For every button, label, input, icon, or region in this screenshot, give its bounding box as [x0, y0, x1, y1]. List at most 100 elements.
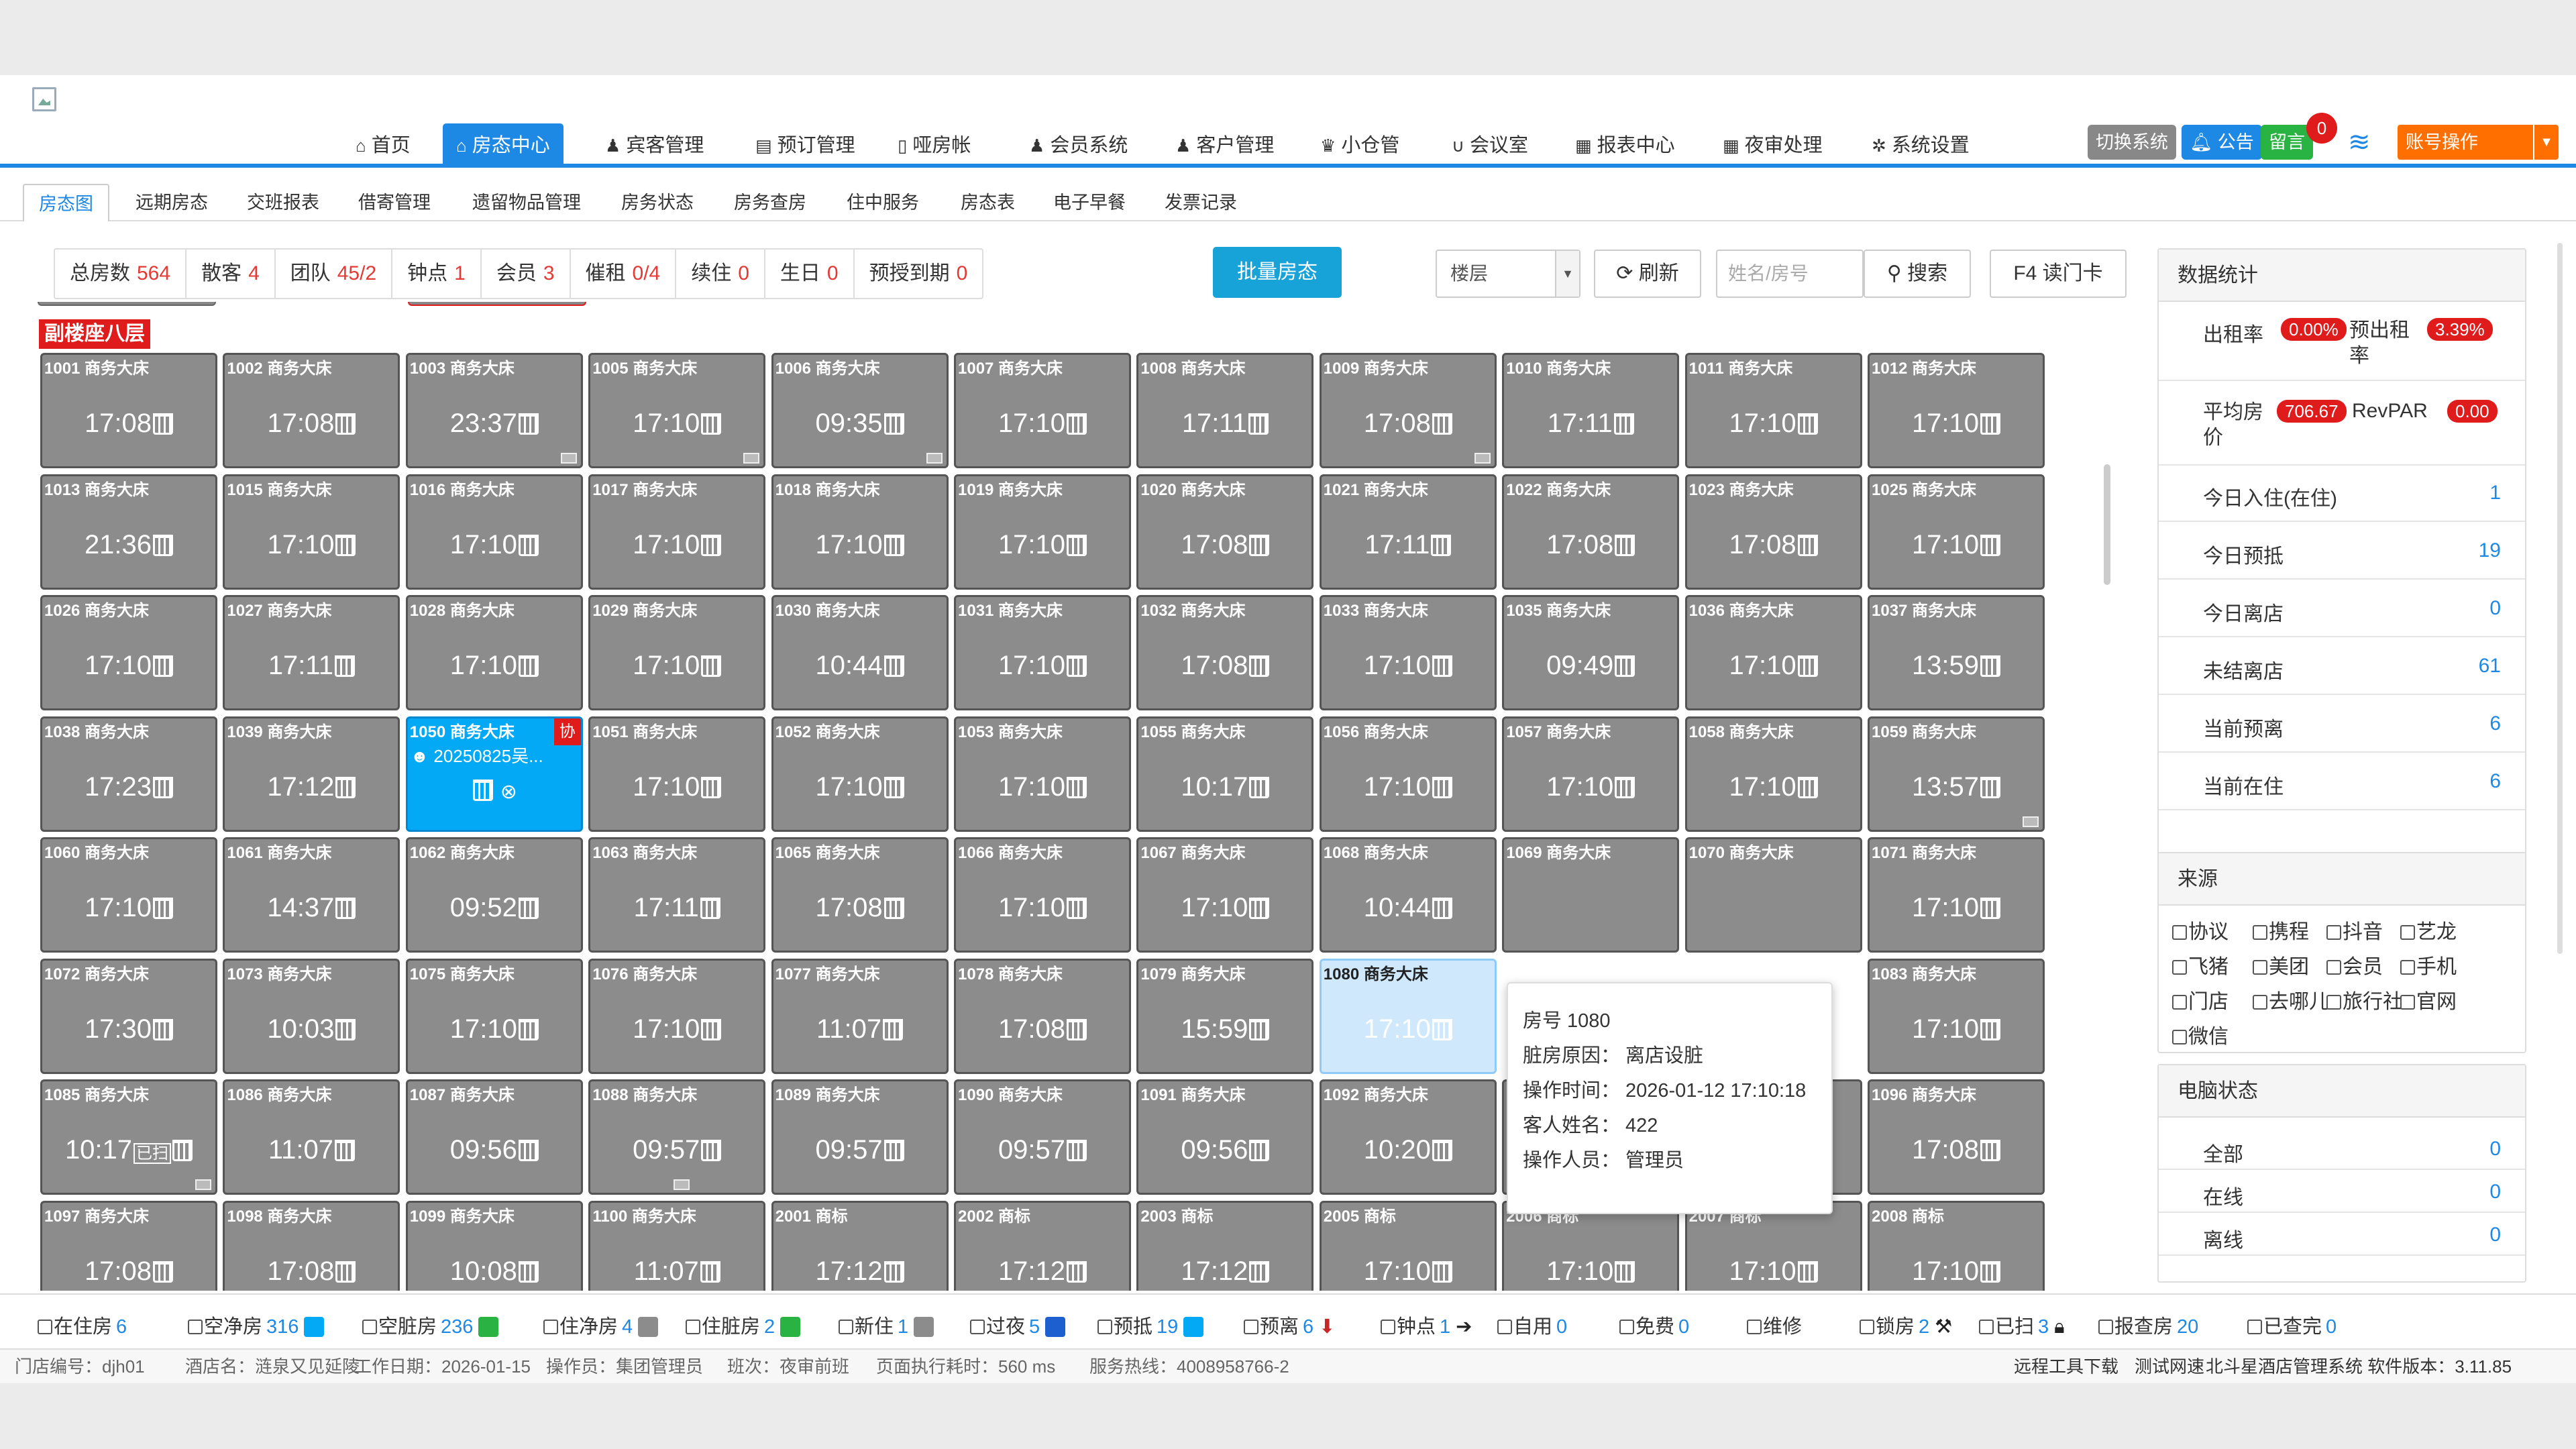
- checkbox[interactable]: [2172, 960, 2187, 975]
- stat-item[interactable]: 团队 45/2: [276, 250, 393, 298]
- room-card[interactable]: 1086 商务大床 11:07: [223, 1079, 400, 1195]
- subnav-tab-2[interactable]: 远期房态: [121, 184, 223, 221]
- room-card[interactable]: 1039 商务大床 17:12: [223, 716, 400, 832]
- room-card[interactable]: 1069 商务大床: [1502, 837, 1680, 953]
- nav-5[interactable]: ▯ 哑房帐: [884, 123, 984, 168]
- room-card[interactable]: 1020 商务大床 17:08: [1136, 474, 1314, 590]
- room-card[interactable]: 1090 商务大床 09:57: [954, 1079, 1131, 1195]
- room-card[interactable]: 1038 商务大床 17:23: [40, 716, 217, 832]
- checkbox[interactable]: [2253, 995, 2267, 1010]
- checkbox[interactable]: [1860, 1320, 1874, 1334]
- subnav-tab-1[interactable]: 房态图: [23, 184, 109, 221]
- room-card[interactable]: 1083 商务大床 17:10: [1868, 958, 2045, 1074]
- stat-row[interactable]: 当前预离 6: [2159, 696, 2525, 753]
- right-scrollbar[interactable]: [2557, 243, 2563, 954]
- status-link[interactable]: 远程工具下载: [2014, 1350, 2118, 1383]
- search-button[interactable]: ⚲ 搜索: [1864, 250, 1971, 298]
- nav-7[interactable]: ♟ 客户管理: [1162, 123, 1287, 168]
- checkbox[interactable]: [1979, 1320, 1994, 1334]
- room-card[interactable]: 1078 商务大床 17:08: [954, 958, 1131, 1074]
- checkbox[interactable]: [2400, 995, 2415, 1010]
- floor-select[interactable]: 楼层 ▼: [1436, 250, 1580, 298]
- subnav-tab-8[interactable]: 住中服务: [832, 184, 934, 221]
- room-card[interactable]: 1017 商务大床 17:10: [588, 474, 766, 590]
- room-card[interactable]: 1032 商务大床 17:08: [1136, 595, 1314, 710]
- checkbox[interactable]: [2253, 925, 2267, 940]
- checkbox[interactable]: [188, 1320, 203, 1334]
- room-card[interactable]: 1030 商务大床 10:44: [771, 595, 949, 710]
- legend-item-15[interactable]: 已扫 3 🔒︎: [1979, 1311, 2065, 1339]
- nav-6[interactable]: ♟ 会员系统: [1016, 123, 1141, 168]
- room-card[interactable]: 1087 商务大床 09:56: [405, 1079, 583, 1195]
- account-menu-button[interactable]: 账号操作 ▼: [2398, 125, 2559, 160]
- room-card[interactable]: 1050 商务大床 协 ☻ 20250825吴... ⊗: [405, 716, 583, 832]
- room-card[interactable]: 1096 商务大床 17:08: [1868, 1079, 2045, 1195]
- stat-row[interactable]: 今日离店 0: [2159, 581, 2525, 637]
- checkbox[interactable]: [2098, 1320, 2113, 1334]
- room-card[interactable]: 1077 商务大床 11:07: [771, 958, 949, 1074]
- checkbox[interactable]: [1097, 1320, 1112, 1334]
- switch-system-button[interactable]: 切换系统: [2088, 125, 2176, 160]
- source-checkbox[interactable]: 旅行社: [2326, 985, 2403, 1014]
- room-card[interactable]: 1056 商务大床 17:10: [1319, 716, 1497, 832]
- room-card[interactable]: 1018 商务大床 17:10: [771, 474, 949, 590]
- room-card[interactable]: 1003 商务大床 23:37: [405, 353, 583, 468]
- search-input[interactable]: 姓名/房号: [1716, 250, 1864, 298]
- legend-item-4[interactable]: 住净房 4: [543, 1311, 659, 1339]
- legend-item-5[interactable]: 住脏房 2: [686, 1311, 801, 1339]
- room-card[interactable]: 1033 商务大床 17:10: [1319, 595, 1497, 710]
- room-card[interactable]: 2002 商标 17:12: [954, 1200, 1131, 1291]
- nav-11[interactable]: ▦ 夜审处理: [1709, 123, 1836, 168]
- room-card[interactable]: 1099 商务大床 10:08: [405, 1200, 583, 1291]
- room-card[interactable]: 1010 商务大床 17:11: [1502, 353, 1680, 468]
- room-card[interactable]: 1089 商务大床 09:57: [771, 1079, 949, 1195]
- legend-item-16[interactable]: 报查房 20: [2098, 1311, 2198, 1339]
- stat-item[interactable]: 散客 4: [186, 250, 276, 298]
- room-card[interactable]: 1088 商务大床 09:57: [588, 1079, 766, 1195]
- room-card[interactable]: 2008 商标 17:10: [1868, 1200, 2045, 1291]
- room-card[interactable]: 1097 商务大床 17:08: [40, 1200, 217, 1291]
- room-card[interactable]: 1060 商务大床 17:10: [40, 837, 217, 953]
- subnav-tab-7[interactable]: 房务查房: [719, 184, 821, 221]
- pc-status-row[interactable]: 离线 0: [2159, 1213, 2525, 1256]
- checkbox[interactable]: [543, 1320, 558, 1334]
- room-card[interactable]: 1011 商务大床 17:10: [1684, 353, 1862, 468]
- checkbox[interactable]: [2253, 960, 2267, 975]
- room-card[interactable]: 1015 商务大床 17:10: [223, 474, 400, 590]
- room-card[interactable]: 1007 商务大床 17:10: [954, 353, 1131, 468]
- source-checkbox[interactable]: 飞猪: [2172, 950, 2229, 979]
- source-checkbox[interactable]: 微信: [2172, 1020, 2229, 1049]
- legend-item-13[interactable]: 维修: [1747, 1311, 1802, 1339]
- checkbox[interactable]: [2247, 1320, 2262, 1334]
- source-checkbox[interactable]: 手机: [2400, 950, 2457, 979]
- source-checkbox[interactable]: 美团: [2253, 950, 2309, 979]
- checkbox[interactable]: [38, 1320, 52, 1334]
- checkbox[interactable]: [1381, 1320, 1395, 1334]
- checkbox[interactable]: [2326, 995, 2341, 1010]
- checkbox[interactable]: [2400, 960, 2415, 975]
- checkbox[interactable]: [686, 1320, 700, 1334]
- room-card[interactable]: 1035 商务大床 09:49: [1502, 595, 1680, 710]
- nav-12[interactable]: ✲ 系统设置: [1858, 123, 1983, 168]
- room-card[interactable]: 1023 商务大床 17:08: [1684, 474, 1862, 590]
- stat-item[interactable]: 钟点 1: [392, 250, 482, 298]
- stat-item[interactable]: 续住 0: [676, 250, 765, 298]
- room-card[interactable]: 1002 商务大床 17:08: [223, 353, 400, 468]
- nav-1[interactable]: ⌂ 首页: [342, 123, 424, 168]
- room-card[interactable]: 1022 商务大床 17:08: [1502, 474, 1680, 590]
- room-card[interactable]: 1062 商务大床 09:52: [405, 837, 583, 953]
- room-card[interactable]: 1026 商务大床 17:10: [40, 595, 217, 710]
- legend-item-14[interactable]: 锁房 2 ⚒: [1860, 1311, 1952, 1339]
- room-card[interactable]: 1028 商务大床 17:10: [405, 595, 583, 710]
- room-card[interactable]: 1070 商务大床: [1684, 837, 1862, 953]
- legend-item-1[interactable]: 在住房 6: [38, 1311, 127, 1339]
- room-card[interactable]: 2001 商标 17:12: [771, 1200, 949, 1291]
- subnav-tab-4[interactable]: 借寄管理: [343, 184, 445, 221]
- room-card[interactable]: 1037 商务大床 13:59: [1868, 595, 2045, 710]
- pc-status-row[interactable]: 在线 0: [2159, 1170, 2525, 1213]
- stat-row[interactable]: 当前在住 6: [2159, 754, 2525, 810]
- room-card[interactable]: 1025 商务大床 17:10: [1868, 474, 2045, 590]
- subnav-tab-6[interactable]: 房务状态: [606, 184, 708, 221]
- room-card[interactable]: 1001 商务大床 17:08: [40, 353, 217, 468]
- nav-10[interactable]: ▦ 报表中心: [1562, 123, 1688, 168]
